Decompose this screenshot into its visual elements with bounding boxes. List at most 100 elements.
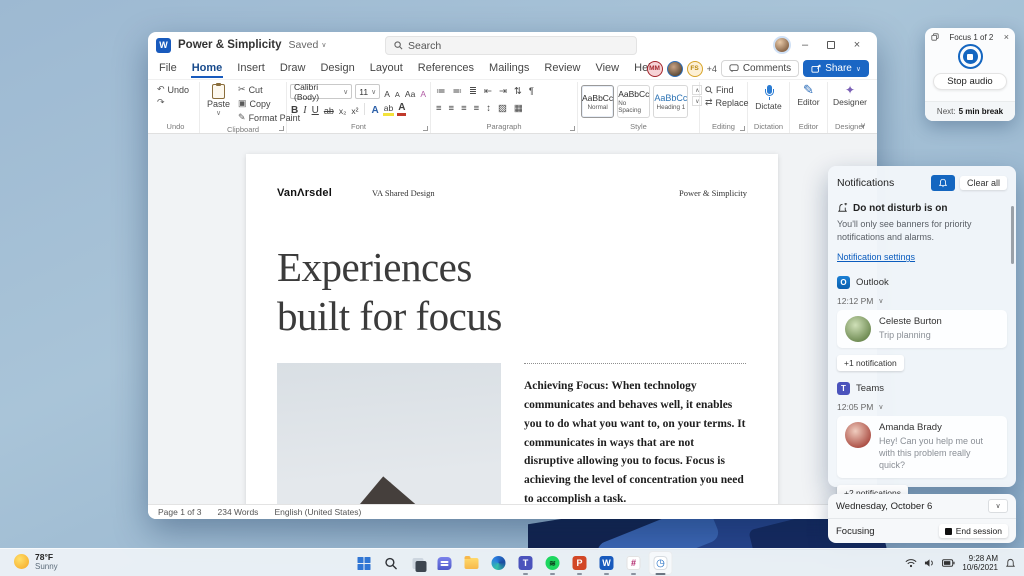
paste-button[interactable]: Paste ∨ bbox=[203, 83, 234, 124]
dialog-launcher-icon[interactable] bbox=[740, 126, 745, 131]
collaborators-more[interactable]: +4 bbox=[707, 64, 717, 74]
share-button[interactable]: Share ∨ bbox=[803, 60, 869, 77]
change-case-button[interactable]: Aa bbox=[404, 85, 416, 99]
tab-references[interactable]: References bbox=[417, 60, 475, 78]
clock-app-button[interactable]: ◷ bbox=[648, 551, 673, 575]
teams-button[interactable]: T bbox=[514, 551, 538, 575]
style-no-spacing[interactable]: AaBbCc No Spacing bbox=[617, 85, 651, 118]
word-app-icon[interactable]: W bbox=[156, 37, 171, 53]
teams-notification-time[interactable]: 12:05 PM ∨ bbox=[837, 402, 1007, 412]
tab-design[interactable]: Design bbox=[319, 60, 355, 78]
font-name-select[interactable]: Calibri (Body) ∨ bbox=[290, 82, 353, 102]
stop-audio-circle-button[interactable] bbox=[957, 44, 983, 69]
editor-button[interactable]: ✎ Editor bbox=[793, 83, 824, 107]
dialog-launcher-icon[interactable] bbox=[279, 126, 284, 131]
align-left-button[interactable]: ≡ bbox=[434, 103, 444, 114]
align-right-button[interactable]: ≡ bbox=[459, 103, 469, 114]
clear-all-button[interactable]: Clear all bbox=[959, 176, 1007, 190]
scrollbar[interactable] bbox=[1011, 206, 1014, 264]
teams-section-header[interactable]: T Teams bbox=[837, 382, 1007, 396]
shrink-font-button[interactable]: A bbox=[394, 85, 401, 99]
expand-calendar-button[interactable]: ∨ bbox=[988, 499, 1008, 513]
line-spacing-button[interactable]: ↕ bbox=[484, 103, 493, 114]
tab-draw[interactable]: Draw bbox=[279, 60, 307, 78]
collaborator-avatar-mm[interactable]: MM bbox=[646, 60, 663, 77]
slack-button[interactable]: # bbox=[622, 551, 646, 575]
bold-button[interactable]: B bbox=[290, 102, 299, 116]
taskbar-clock[interactable]: 9:28 AM 10/6/2021 bbox=[962, 554, 998, 573]
collaborator-avatar-photo[interactable] bbox=[666, 60, 683, 77]
dialog-launcher-icon[interactable] bbox=[423, 126, 428, 131]
wifi-icon[interactable] bbox=[905, 558, 917, 568]
file-explorer-button[interactable] bbox=[460, 551, 484, 575]
powerpoint-button[interactable]: P bbox=[568, 551, 592, 575]
bullets-button[interactable]: ≔ bbox=[434, 86, 448, 97]
tab-home[interactable]: Home bbox=[190, 60, 224, 78]
close-button[interactable]: × bbox=[845, 35, 869, 55]
taskbar-search-button[interactable] bbox=[379, 551, 403, 575]
document-image[interactable] bbox=[277, 363, 501, 504]
italic-button[interactable]: I bbox=[302, 102, 307, 116]
font-color-button[interactable]: A bbox=[397, 102, 407, 116]
stop-audio-button[interactable]: Stop audio bbox=[933, 73, 1007, 90]
document-page[interactable]: VanΛrsdel VA Shared Design Power & Simpl… bbox=[246, 154, 778, 504]
weather-widget[interactable]: 78°F Sunny bbox=[14, 552, 58, 571]
language-indicator[interactable]: English (United States) bbox=[274, 507, 361, 517]
document-heading[interactable]: Experiences built for focus bbox=[277, 243, 747, 341]
subscript-button[interactable]: x₂ bbox=[338, 102, 348, 116]
notification-center-button[interactable] bbox=[1005, 558, 1016, 569]
find-button[interactable]: Find bbox=[703, 83, 744, 96]
redo-button[interactable]: ↷ bbox=[155, 96, 196, 109]
spotify-button[interactable]: ≋ bbox=[541, 551, 565, 575]
increase-indent-button[interactable]: ⇥ bbox=[497, 86, 509, 97]
edge-button[interactable] bbox=[487, 551, 511, 575]
show-paragraph-marks-button[interactable]: ¶ bbox=[527, 86, 536, 97]
page-indicator[interactable]: Page 1 of 3 bbox=[158, 507, 201, 517]
clear-formatting-button[interactable]: A bbox=[419, 85, 427, 99]
collaborator-avatar-fs[interactable]: FS bbox=[686, 60, 703, 77]
maximize-button[interactable] bbox=[819, 35, 843, 55]
more-notifications-chip[interactable]: +1 notification bbox=[837, 355, 904, 372]
comments-button[interactable]: Comments bbox=[720, 60, 800, 77]
collapse-ribbon-icon[interactable]: ∨ bbox=[860, 121, 866, 130]
undo-button[interactable]: ↶ Undo bbox=[155, 83, 196, 96]
style-heading-1[interactable]: AaBbCc Heading 1 bbox=[653, 85, 689, 118]
battery-icon[interactable] bbox=[942, 559, 955, 567]
outlook-notification-card[interactable]: Celeste Burton Trip planning bbox=[837, 310, 1007, 349]
document-body-text[interactable]: Achieving Focus: When technology communi… bbox=[524, 377, 746, 504]
sort-button[interactable]: ⇅ bbox=[512, 86, 524, 97]
tab-view[interactable]: View bbox=[594, 60, 620, 78]
notification-settings-link[interactable]: Notification settings bbox=[837, 252, 915, 262]
shading-button[interactable]: ▨ bbox=[496, 103, 509, 114]
text-effects-button[interactable]: A bbox=[370, 102, 379, 116]
volume-icon[interactable] bbox=[924, 558, 935, 568]
tab-layout[interactable]: Layout bbox=[369, 60, 404, 78]
dictate-button[interactable]: Dictate bbox=[751, 83, 786, 111]
align-center-button[interactable]: ≡ bbox=[447, 103, 457, 114]
strikethrough-button[interactable]: ab bbox=[323, 102, 335, 116]
tab-file[interactable]: File bbox=[158, 60, 178, 78]
saved-status[interactable]: Saved ∨ bbox=[289, 39, 327, 51]
tab-mailings[interactable]: Mailings bbox=[488, 60, 530, 78]
replace-button[interactable]: ⇄ Replace bbox=[703, 96, 749, 109]
end-session-button[interactable]: End session bbox=[938, 524, 1008, 538]
teams-notification-card[interactable]: Amanda Brady Hey! Can you help me out wi… bbox=[837, 416, 1007, 478]
multilevel-list-button[interactable]: ≣ bbox=[467, 86, 479, 97]
tab-insert[interactable]: Insert bbox=[236, 60, 266, 78]
chat-button[interactable] bbox=[433, 551, 457, 575]
do-not-disturb-toggle[interactable] bbox=[930, 175, 955, 191]
start-button[interactable] bbox=[352, 551, 376, 575]
tab-review[interactable]: Review bbox=[543, 60, 581, 78]
borders-button[interactable]: ▦ bbox=[512, 103, 525, 114]
highlight-color-button[interactable]: ab bbox=[382, 102, 395, 116]
expand-icon[interactable] bbox=[931, 33, 939, 41]
minimize-button[interactable]: – bbox=[793, 35, 817, 55]
word-taskbar-button[interactable]: W bbox=[595, 551, 619, 575]
account-avatar[interactable] bbox=[773, 36, 791, 54]
grow-font-button[interactable]: A bbox=[383, 85, 391, 99]
decrease-indent-button[interactable]: ⇤ bbox=[482, 86, 494, 97]
search-input[interactable]: Search bbox=[385, 36, 637, 55]
word-count[interactable]: 234 Words bbox=[217, 507, 258, 517]
superscript-button[interactable]: x² bbox=[350, 102, 359, 116]
style-normal[interactable]: AaBbCc Normal bbox=[581, 85, 615, 118]
